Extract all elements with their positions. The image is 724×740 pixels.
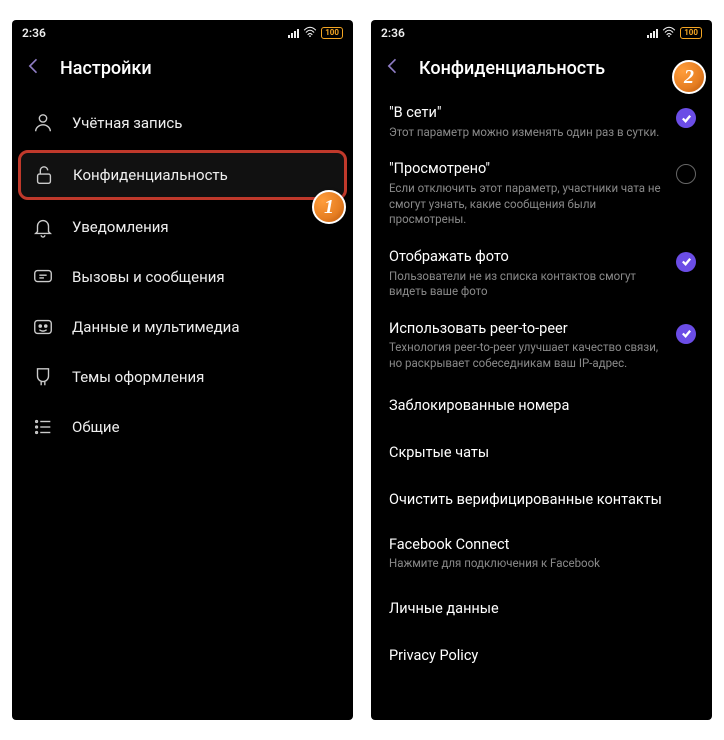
settings-list: Учётная запись Конфиденциальность Уведом… [12,90,353,460]
back-icon[interactable] [383,56,403,80]
checkbox-icon[interactable] [676,252,696,272]
priv-title: Заблокированные номера [389,397,569,414]
status-time: 2:36 [22,26,288,40]
priv-title: Скрытые чаты [389,444,489,461]
settings-item-label: Данные и мультимедиа [72,318,239,336]
priv-desc: Если отключить этот параметр, участники … [389,181,666,228]
status-time: 2:36 [381,26,647,40]
settings-item-label: Темы оформления [72,368,204,386]
checkbox-icon[interactable] [676,164,696,184]
settings-item-privacy[interactable]: Конфиденциальность [18,150,347,200]
status-bar: 2:36 100 [12,20,353,46]
privacy-toggle-online[interactable]: "В сети" Этот параметр можно изменять од… [371,94,712,150]
settings-item-general[interactable]: Общие [12,402,353,452]
toolbar: Конфиденциальность [371,46,712,90]
page-title: Настройки [60,58,152,79]
privacy-link-blocked[interactable]: Заблокированные номера [371,382,712,429]
signal-icon [647,28,658,38]
settings-item-label: Вызовы и сообщения [72,268,225,286]
step-badge-1: 1 [312,190,346,224]
phone-settings: 2:36 100 Настройки Учётная запись Конфид… [12,20,353,720]
brush-icon [32,366,54,388]
lock-icon [33,164,55,186]
settings-item-label: Уведомления [72,218,169,236]
step-badge-2: 2 [672,60,706,94]
toolbar: Настройки [12,46,353,90]
person-icon [32,112,54,134]
chat-icon [32,266,54,288]
back-icon[interactable] [24,56,44,80]
privacy-link-personal[interactable]: Личные данные [371,585,712,632]
priv-title: Отображать фото [389,248,666,267]
privacy-link-hidden[interactable]: Скрытые чаты [371,429,712,476]
phone-privacy: 2:36 100 Конфиденциальность "В сети" Это… [371,20,712,720]
list-icon [32,416,54,438]
priv-desc: Нажмите для подключения к Facebook [389,556,696,572]
settings-item-account[interactable]: Учётная запись [12,98,353,148]
wifi-icon [303,26,317,41]
privacy-toggle-p2p[interactable]: Использовать peer-to-peer Технология pee… [371,310,712,382]
settings-item-calls[interactable]: Вызовы и сообщения [12,252,353,302]
wifi-icon [662,26,676,41]
media-icon [32,316,54,338]
settings-item-label: Общие [72,418,120,436]
status-bar: 2:36 100 [371,20,712,46]
priv-title: Facebook Connect [389,536,696,555]
privacy-list[interactable]: "В сети" Этот параметр можно изменять од… [371,90,712,720]
priv-title: Privacy Policy [389,647,478,664]
priv-title: Использовать peer-to-peer [389,320,666,339]
battery-icon: 100 [680,27,702,39]
privacy-link-facebook[interactable]: Facebook Connect Нажмите для подключения… [371,523,712,585]
settings-item-themes[interactable]: Темы оформления [12,352,353,402]
signal-icon [288,28,299,38]
privacy-toggle-seen[interactable]: "Просмотрено" Если отключить этот параме… [371,150,712,237]
settings-item-media[interactable]: Данные и мультимедиа [12,302,353,352]
bell-icon [32,216,54,238]
settings-item-label: Конфиденциальность [73,166,228,184]
privacy-toggle-photo[interactable]: Отображать фото Пользователи не из списк… [371,238,712,310]
settings-item-label: Учётная запись [72,114,182,132]
priv-title: "Просмотрено" [389,160,666,179]
priv-desc: Этот параметр можно изменять один раз в … [389,125,666,141]
priv-desc: Технология peer-to-peer улучшает качеств… [389,340,666,371]
priv-title: "В сети" [389,104,666,123]
settings-item-notifications[interactable]: Уведомления [12,202,353,252]
priv-title: Личные данные [389,600,499,617]
battery-icon: 100 [321,27,343,39]
checkbox-icon[interactable] [676,108,696,128]
page-title: Конфиденциальность [419,58,605,79]
privacy-link-clear-verified[interactable]: Очистить верифицированные контакты [371,476,712,523]
checkbox-icon[interactable] [676,324,696,344]
priv-title: Очистить верифицированные контакты [389,491,662,508]
privacy-link-policy[interactable]: Privacy Policy [371,632,712,679]
priv-desc: Пользователи не из списка контактов смог… [389,269,666,300]
